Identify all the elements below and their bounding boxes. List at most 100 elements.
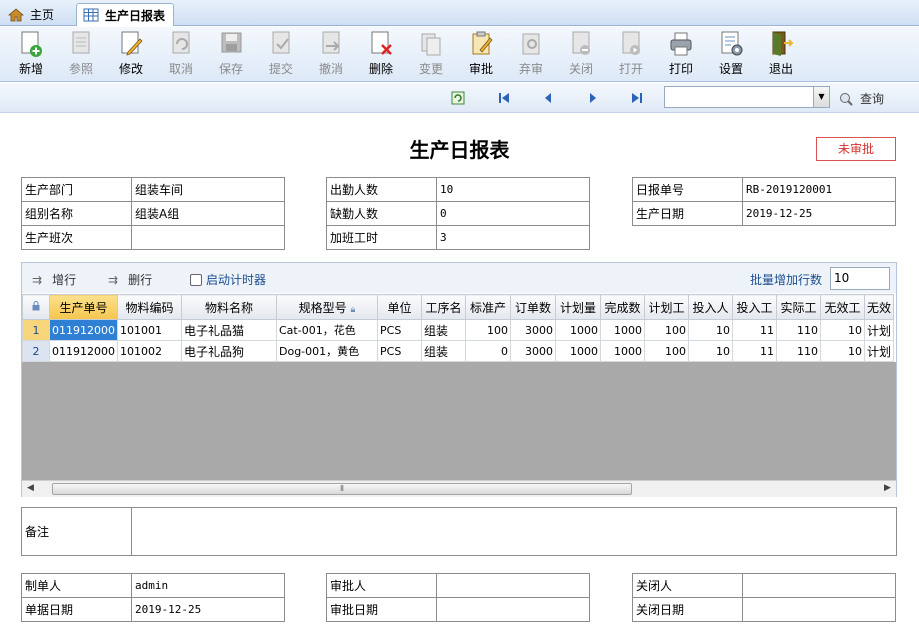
table-cell[interactable]: 1000 <box>600 340 645 362</box>
table-cell[interactable]: 11 <box>732 340 777 362</box>
table-cell[interactable]: PCS <box>377 319 422 341</box>
col-plan-qty[interactable]: 计划量 <box>555 294 601 320</box>
table-cell[interactable]: 电子礼品猫 <box>181 319 277 341</box>
next-record-icon[interactable] <box>585 90 601 106</box>
record-select[interactable]: ▼ <box>664 86 830 108</box>
prod-date-field[interactable]: 2019-12-25 <box>742 201 896 226</box>
batch-add-input[interactable]: 10 <box>830 267 890 290</box>
report-no-label: 日报单号 <box>632 177 743 202</box>
table-row[interactable]: 1 011912000 101001 电子礼品猫 Cat-001，花色 PCS … <box>22 319 895 341</box>
col-invalid-hours[interactable]: 无效工 <box>820 294 865 320</box>
absent-field[interactable]: 0 <box>436 201 590 226</box>
table-cell[interactable]: 计划 <box>863 319 895 341</box>
table-cell[interactable]: 011912000 <box>49 319 118 341</box>
col-done-qty[interactable]: 完成数 <box>600 294 645 320</box>
col-unit[interactable]: 单位 <box>377 294 422 320</box>
row-number[interactable]: 2 <box>22 340 50 362</box>
delete-button[interactable]: 删除 <box>358 30 404 80</box>
col-input-people[interactable]: 投入人 <box>688 294 733 320</box>
remark-field[interactable] <box>131 507 897 556</box>
table-cell[interactable]: 1000 <box>555 319 601 341</box>
report-no-field[interactable]: RB-2019120001 <box>742 177 896 202</box>
add-button[interactable]: 新增 <box>8 30 54 80</box>
scroll-right-icon[interactable]: ▶ <box>884 483 891 493</box>
col-material-code[interactable]: 物料编码 <box>117 294 182 320</box>
table-cell[interactable]: 011912000 <box>49 340 118 362</box>
table-cell[interactable]: PCS <box>377 340 422 362</box>
col-actual-hours[interactable]: 实际工 <box>776 294 821 320</box>
table-cell[interactable]: 100 <box>465 319 511 341</box>
cancel-button[interactable]: 取消 <box>158 30 204 80</box>
change-button[interactable]: 变更 <box>408 30 454 80</box>
horizontal-scrollbar[interactable]: ◀ ⦀ ▶ <box>22 480 896 497</box>
table-cell[interactable]: 10 <box>688 319 733 341</box>
table-cell[interactable]: 101001 <box>117 319 182 341</box>
reference-button[interactable]: 参照 <box>58 30 104 80</box>
chevron-down-icon[interactable]: ▼ <box>813 87 829 107</box>
close-doc-button[interactable]: 关闭 <box>558 30 604 80</box>
query-button[interactable]: 查询 <box>838 90 884 107</box>
open-doc-button[interactable]: 打开 <box>608 30 654 80</box>
attendance-field[interactable]: 10 <box>436 177 590 202</box>
col-order-qty[interactable]: 订单数 <box>510 294 556 320</box>
shift-field[interactable] <box>131 225 285 250</box>
last-record-icon[interactable] <box>629 90 645 106</box>
table-cell[interactable]: 10 <box>820 319 865 341</box>
timer-checkbox[interactable]: 启动计时器 <box>190 271 266 288</box>
table-cell[interactable]: 101002 <box>117 340 182 362</box>
table-cell[interactable]: Dog-001，黄色 <box>276 340 378 362</box>
table-cell[interactable]: 组装 <box>421 340 466 362</box>
table-cell[interactable]: 1000 <box>555 340 601 362</box>
previous-record-icon[interactable] <box>540 90 556 106</box>
add-button-label: 新增 <box>18 62 43 76</box>
table-cell[interactable]: Cat-001，花色 <box>276 319 378 341</box>
save-button[interactable]: 保存 <box>208 30 254 80</box>
table-cell[interactable]: 100 <box>644 319 689 341</box>
table-cell[interactable]: 3000 <box>510 319 556 341</box>
table-cell[interactable]: 11 <box>732 319 777 341</box>
group-field[interactable]: 组装A组 <box>131 201 285 226</box>
unapprove-button[interactable]: 弃审 <box>508 30 554 80</box>
edit-button[interactable]: 修改 <box>108 30 154 80</box>
print-button[interactable]: 打印 <box>658 30 704 80</box>
col-invalid[interactable]: 无效 <box>863 294 895 320</box>
approve-button[interactable]: 审批 <box>458 30 504 80</box>
table-cell[interactable]: 110 <box>776 340 821 362</box>
col-material-name[interactable]: 物料名称 <box>181 294 277 320</box>
delete-row-button[interactable]: ⇉ 删行 <box>108 271 152 288</box>
table-cell[interactable]: 10 <box>688 340 733 362</box>
col-plan-hours[interactable]: 计划工 <box>644 294 689 320</box>
lock-icon[interactable] <box>22 294 50 320</box>
overtime-field[interactable]: 3 <box>436 225 590 250</box>
table-cell[interactable]: 计划 <box>863 340 895 362</box>
table-cell[interactable]: 组装 <box>421 319 466 341</box>
row-number[interactable]: 1 <box>22 319 50 341</box>
col-process[interactable]: 工序名 <box>421 294 466 320</box>
table-cell[interactable]: 110 <box>776 319 821 341</box>
col-order-no[interactable]: 生产单号 <box>49 294 118 320</box>
table-cell[interactable]: 1000 <box>600 319 645 341</box>
add-row-label: 增行 <box>52 273 77 287</box>
table-cell[interactable]: 0 <box>465 340 511 362</box>
table-cell[interactable]: 电子礼品狗 <box>181 340 277 362</box>
table-row[interactable]: 2 011912000 101002 电子礼品狗 Dog-001，黄色 PCS … <box>22 340 895 362</box>
dept-field[interactable]: 组装车间 <box>131 177 285 202</box>
submit-button[interactable]: 提交 <box>258 30 304 80</box>
table-cell[interactable]: 10 <box>820 340 865 362</box>
col-standard[interactable]: 标准产 <box>465 294 511 320</box>
table-cell[interactable]: 3000 <box>510 340 556 362</box>
refresh-icon[interactable] <box>450 90 466 106</box>
exit-button[interactable]: 退出 <box>758 30 804 80</box>
tab-home[interactable]: 主页 <box>8 3 54 26</box>
add-row-button[interactable]: ⇉ 增行 <box>32 271 76 288</box>
revoke-button[interactable]: 撤消 <box>308 30 354 80</box>
settings-button[interactable]: 设置 <box>708 30 754 80</box>
tab-daily-report[interactable]: 生产日报表 <box>76 3 175 26</box>
col-input-hours[interactable]: 投入工 <box>732 294 777 320</box>
scrollbar-thumb[interactable]: ⦀ <box>52 483 632 495</box>
table-cell[interactable]: 100 <box>644 340 689 362</box>
scroll-left-icon[interactable]: ◀ <box>27 483 34 493</box>
first-record-icon[interactable] <box>496 90 512 106</box>
add-row-icon: ⇉ <box>32 272 43 287</box>
col-spec[interactable]: 规格型号 🔒︎ <box>276 294 378 320</box>
